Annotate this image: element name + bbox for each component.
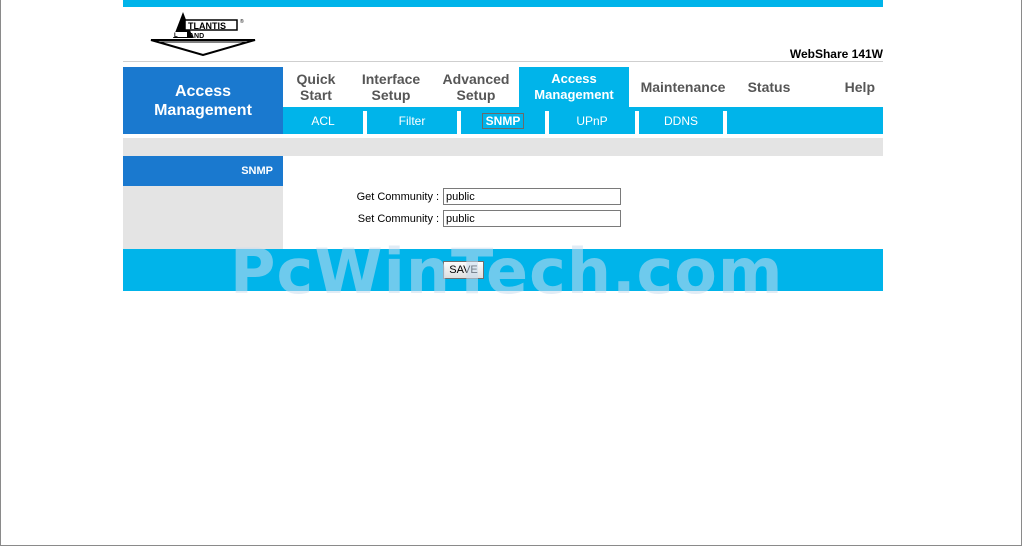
set-community-colon: : xyxy=(436,213,440,225)
tab-interface-setup[interactable]: Interface Setup xyxy=(349,67,433,107)
tab-maintenance[interactable]: Maintenance xyxy=(629,67,737,107)
atlantis-land-logo: TLANTIS ® AND L xyxy=(150,12,256,56)
subtab-upnp[interactable]: UPnP xyxy=(549,107,635,134)
left-section-label: SNMP xyxy=(123,156,283,186)
footer-bar xyxy=(123,249,883,291)
top-accent-bar xyxy=(123,0,883,7)
tab-status[interactable]: Status xyxy=(737,67,801,107)
save-button[interactable]: SAVE xyxy=(443,261,484,279)
section-title: Access Management xyxy=(123,67,283,134)
tab-quick-start[interactable]: Quick Start xyxy=(283,67,349,107)
sub-navigation: ACL Filter SNMP UPnP DDNS xyxy=(283,107,883,134)
device-model: WebShare 141W xyxy=(789,47,883,61)
get-community-input[interactable] xyxy=(443,188,621,205)
set-community-input[interactable] xyxy=(443,210,621,227)
set-community-label: Set Community xyxy=(357,213,433,225)
get-community-label: Get Community xyxy=(356,191,433,203)
tab-access-management[interactable]: Access Management xyxy=(519,67,629,107)
tab-help[interactable]: Help xyxy=(801,67,883,107)
main-tabs: Quick Start Interface Setup Advanced Set… xyxy=(283,67,883,107)
get-community-colon: : xyxy=(436,191,440,203)
svg-text:TLANTIS: TLANTIS xyxy=(188,21,226,31)
subtab-ddns[interactable]: DDNS xyxy=(639,107,723,134)
svg-text:AND: AND xyxy=(189,33,204,40)
tab-advanced-setup[interactable]: Advanced Setup xyxy=(433,67,519,107)
content-header-strip xyxy=(123,138,883,156)
section-title-text: Access Management xyxy=(154,82,252,119)
subtab-separator xyxy=(723,111,727,134)
subtab-filter[interactable]: Filter xyxy=(367,107,457,134)
main-navigation: Access Management Quick Start Interface … xyxy=(123,67,883,134)
subtab-acl[interactable]: ACL xyxy=(283,107,363,134)
svg-text:L: L xyxy=(174,33,178,39)
subtab-snmp[interactable]: SNMP xyxy=(461,107,545,134)
header-divider xyxy=(123,61,883,62)
svg-text:®: ® xyxy=(240,18,244,25)
